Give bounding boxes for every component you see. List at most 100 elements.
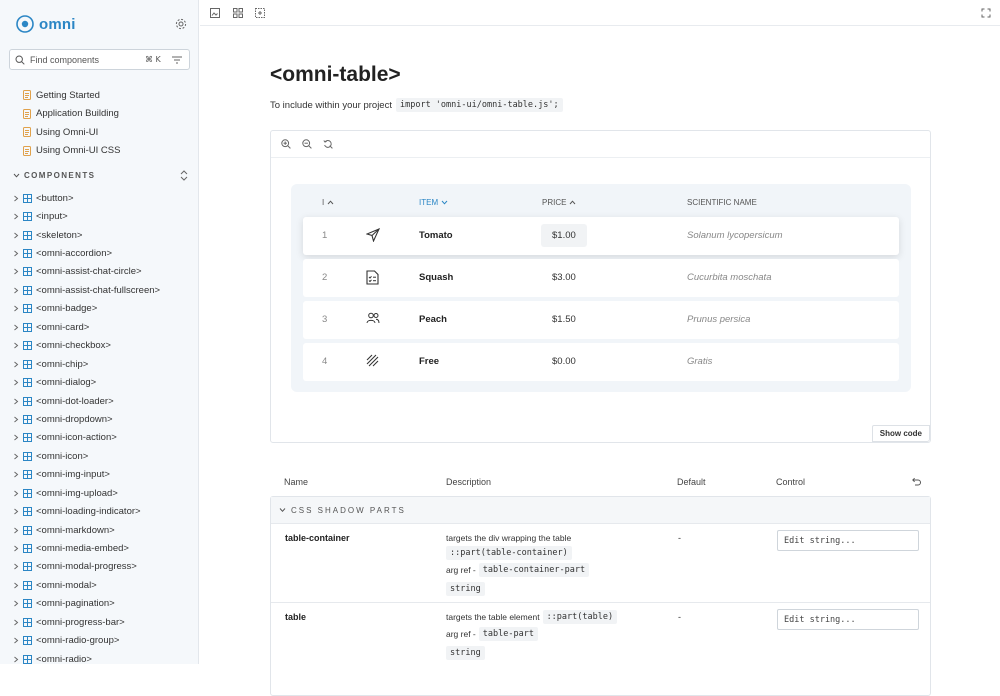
chevron-right-icon — [14, 213, 19, 220]
sidebar-component-item[interactable]: <omni-modal> — [13, 576, 160, 594]
component-grid-icon — [23, 636, 32, 646]
sidebar-component-item[interactable]: <omni-dialog> — [13, 373, 160, 391]
reset-controls-icon[interactable] — [911, 477, 921, 486]
chevron-right-icon — [14, 600, 19, 607]
column-header-scientific-name[interactable]: SCIENTIFIC NAME — [687, 198, 757, 207]
sidebar-component-item[interactable]: <omni-badge> — [13, 300, 160, 318]
component-grid-icon — [23, 193, 32, 203]
sidebar-component-item[interactable]: <omni-img-input> — [13, 466, 160, 484]
column-header-item[interactable]: ITEM — [419, 198, 448, 207]
column-header-price[interactable]: PRICE — [542, 198, 576, 207]
sidebar-component-item[interactable]: <input> — [13, 207, 160, 225]
sidebar-component-item[interactable]: <omni-checkbox> — [13, 337, 160, 355]
sidebar-item-using-omni-ui[interactable]: Using Omni-UI — [23, 123, 120, 142]
chevron-right-icon — [14, 453, 19, 460]
sidebar-component-item[interactable]: <button> — [13, 189, 160, 207]
sidebar-component-item[interactable]: <omni-markdown> — [13, 521, 160, 539]
components-section-header[interactable]: COMPONENTS — [13, 170, 188, 181]
component-grid-icon — [23, 617, 32, 627]
table-row[interactable]: 1 Tomato $1.00 Solanum lycopersicum — [303, 217, 899, 255]
zoom-reset-icon[interactable] — [323, 139, 333, 149]
css-shadow-parts-header[interactable]: CSS SHADOW PARTS — [271, 497, 930, 524]
zoom-in-icon[interactable] — [281, 139, 291, 149]
outline-icon[interactable] — [255, 8, 265, 18]
sidebar-component-item[interactable]: <omni-accordion> — [13, 244, 160, 262]
sidebar-item-getting-started[interactable]: Getting Started — [23, 86, 120, 105]
search-input[interactable] — [30, 54, 140, 65]
sidebar-component-item[interactable]: <omni-progress-bar> — [13, 613, 160, 631]
search-box[interactable]: ⌘ K — [9, 49, 190, 70]
chevron-right-icon — [14, 545, 19, 552]
table-row[interactable]: 4 Free $0.00 Gratis — [303, 343, 899, 381]
component-grid-icon — [23, 433, 32, 443]
chevron-down-icon — [13, 173, 20, 178]
component-grid-icon — [23, 525, 32, 535]
chevron-right-icon — [14, 342, 19, 349]
filter-icon[interactable] — [171, 56, 182, 64]
users-icon — [366, 312, 380, 324]
sort-up-icon — [327, 200, 334, 205]
component-grid-icon — [23, 580, 32, 590]
sidebar-component-item[interactable]: <skeleton> — [13, 226, 160, 244]
sidebar-component-item[interactable]: <omni-assist-chat-fullscreen> — [13, 281, 160, 299]
chevron-right-icon — [14, 508, 19, 515]
component-grid-icon — [23, 359, 32, 369]
document-icon — [23, 108, 31, 119]
component-grid-icon — [23, 212, 32, 222]
css-shadow-parts-table: CSS SHADOW PARTS table-container targets… — [270, 496, 931, 696]
logo-text: omni — [39, 15, 76, 33]
props-header-name: Name — [284, 477, 309, 487]
logo[interactable]: omni — [15, 14, 76, 34]
sidebar-component-item[interactable]: <omni-img-upload> — [13, 484, 160, 502]
sidebar-component-item[interactable]: <omni-card> — [13, 318, 160, 336]
fullscreen-icon[interactable] — [981, 8, 991, 18]
component-preview: I ITEM PRICE SCIENTIFIC NAME 1 Tomato $1… — [270, 130, 931, 443]
zoom-out-icon[interactable] — [302, 139, 312, 149]
sidebar-component-item[interactable]: <omni-icon> — [13, 447, 160, 465]
edit-string-input[interactable] — [777, 530, 919, 551]
table-row[interactable]: 2 Squash $3.00 Cucurbita moschata — [303, 259, 899, 297]
sidebar-component-item[interactable]: <omni-pagination> — [13, 595, 160, 613]
sidebar-component-item[interactable]: <omni-radio> — [13, 650, 160, 664]
sidebar-component-item[interactable]: <omni-loading-indicator> — [13, 502, 160, 520]
expand-collapse-icon[interactable] — [180, 170, 188, 181]
sidebar-component-item[interactable]: <omni-radio-group> — [13, 632, 160, 650]
component-grid-icon — [23, 562, 32, 572]
edit-string-input[interactable] — [777, 609, 919, 630]
sidebar-component-item[interactable]: <omni-dropdown> — [13, 410, 160, 428]
sidebar-component-item[interactable]: <omni-assist-chat-circle> — [13, 263, 160, 281]
component-grid-icon — [23, 341, 32, 351]
component-grid-icon — [23, 654, 32, 664]
canvas-toolbar — [200, 0, 1000, 26]
row-divider — [271, 602, 930, 603]
component-grid-icon — [23, 378, 32, 388]
component-grid-icon — [23, 304, 32, 314]
sidebar-item-application-building[interactable]: Application Building — [23, 105, 120, 124]
sidebar-component-item[interactable]: <omni-modal-progress> — [13, 558, 160, 576]
table-row[interactable]: 3 Peach $1.50 Prunus persica — [303, 301, 899, 339]
chevron-right-icon — [14, 195, 19, 202]
sidebar-component-item[interactable]: <omni-media-embed> — [13, 539, 160, 557]
sidebar-component-item[interactable]: <omni-chip> — [13, 355, 160, 373]
component-grid-icon — [23, 396, 32, 406]
document-icon — [23, 90, 31, 101]
include-instructions: To include within your project import 'o… — [270, 98, 563, 112]
grid-icon[interactable] — [233, 8, 243, 18]
component-grid-icon — [23, 414, 32, 424]
sidebar: omni ⌘ K Getting Started Application Bui… — [0, 0, 199, 664]
props-header-description: Description — [446, 477, 492, 487]
page-title: <omni-table> — [270, 63, 401, 86]
chevron-right-icon — [14, 435, 19, 441]
search-shortcut: ⌘ K — [145, 55, 161, 64]
show-code-button[interactable]: Show code — [871, 425, 930, 442]
chevron-right-icon — [14, 361, 19, 368]
props-header-default: Default — [677, 477, 706, 487]
chevron-right-icon — [14, 656, 19, 663]
image-icon[interactable] — [210, 8, 220, 18]
sidebar-item-using-omni-ui-css[interactable]: Using Omni-UI CSS — [23, 142, 120, 161]
column-header-index[interactable]: I — [322, 198, 334, 207]
settings-gear-icon[interactable] — [175, 18, 187, 30]
hatch-icon — [366, 354, 379, 367]
sidebar-component-item[interactable]: <omni-dot-loader> — [13, 392, 160, 410]
sidebar-component-item[interactable]: <omni-icon-action> — [13, 429, 160, 447]
